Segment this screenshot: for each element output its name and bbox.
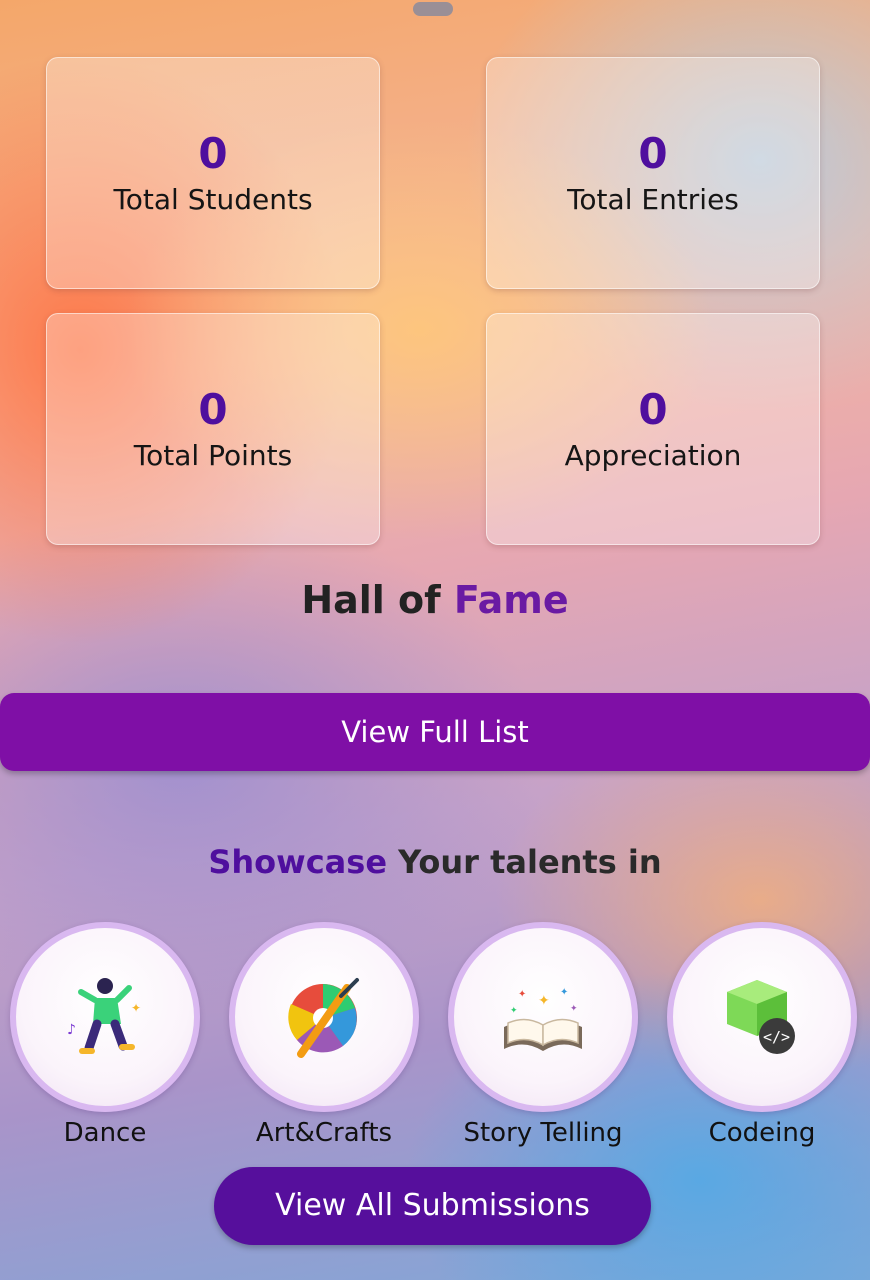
stat-label: Total Students [113,183,313,216]
category-art-crafts[interactable]: Art&Crafts [229,922,419,1148]
svg-text:✦: ✦ [560,987,568,998]
stat-label: Appreciation [564,439,742,472]
showcase-title-rest: Your talents in [387,843,662,881]
category-label: Art&Crafts [255,1118,393,1148]
stat-card-total-entries: 0 Total Entries [486,57,820,289]
view-all-submissions-button[interactable]: View All Submissions [214,1167,651,1245]
hall-of-fame-title: Hall of Fame [0,578,870,622]
stat-label: Total Entries [567,183,739,216]
open-book-icon: ✦ ✦ ✦ ✦ ✦ [504,987,582,1051]
hall-of-fame-title-main: Hall of [301,578,454,622]
category-codeing[interactable]: </> Codeing [667,922,857,1148]
stat-card-total-students: 0 Total Students [46,57,380,289]
stat-value: 0 [638,129,668,178]
category-label: Codeing [708,1118,816,1148]
view-full-list-button[interactable]: View Full List [0,693,870,771]
stat-card-total-points: 0 Total Points [46,313,380,545]
stat-value: 0 [638,385,668,434]
category-label: Story Telling [463,1118,623,1148]
category-story-telling-circle[interactable]: ✦ ✦ ✦ ✦ ✦ [448,922,638,1112]
category-codeing-circle[interactable]: </> [667,922,857,1112]
svg-text:✦: ✦ [131,1001,141,1015]
dancer-icon: ♪ ✦ [67,978,141,1054]
category-story-telling[interactable]: ✦ ✦ ✦ ✦ ✦ Story Telling [448,922,638,1148]
drag-handle[interactable] [413,2,453,16]
stat-value: 0 [198,129,228,178]
svg-text:</>: </> [763,1028,790,1046]
showcase-title: Showcase Your talents in [0,843,870,881]
category-art-crafts-circle[interactable] [229,922,419,1112]
category-dance-circle[interactable]: ♪ ✦ [10,922,200,1112]
svg-text:✦: ✦ [570,1004,578,1014]
showcase-title-accent: Showcase [208,843,388,881]
category-label: Dance [63,1118,147,1148]
category-dance[interactable]: ♪ ✦ Dance [10,922,200,1148]
svg-text:✦: ✦ [510,1006,518,1016]
hall-of-fame-title-accent: Fame [453,578,569,622]
code-cube-icon: </> [727,980,795,1054]
stat-card-appreciation: 0 Appreciation [486,313,820,545]
svg-text:♪: ♪ [67,1022,76,1038]
svg-text:✦: ✦ [518,989,526,1000]
stat-value: 0 [198,385,228,434]
svg-text:✦: ✦ [538,993,550,1009]
stat-label: Total Points [133,439,293,472]
palette-brush-icon [288,978,359,1058]
